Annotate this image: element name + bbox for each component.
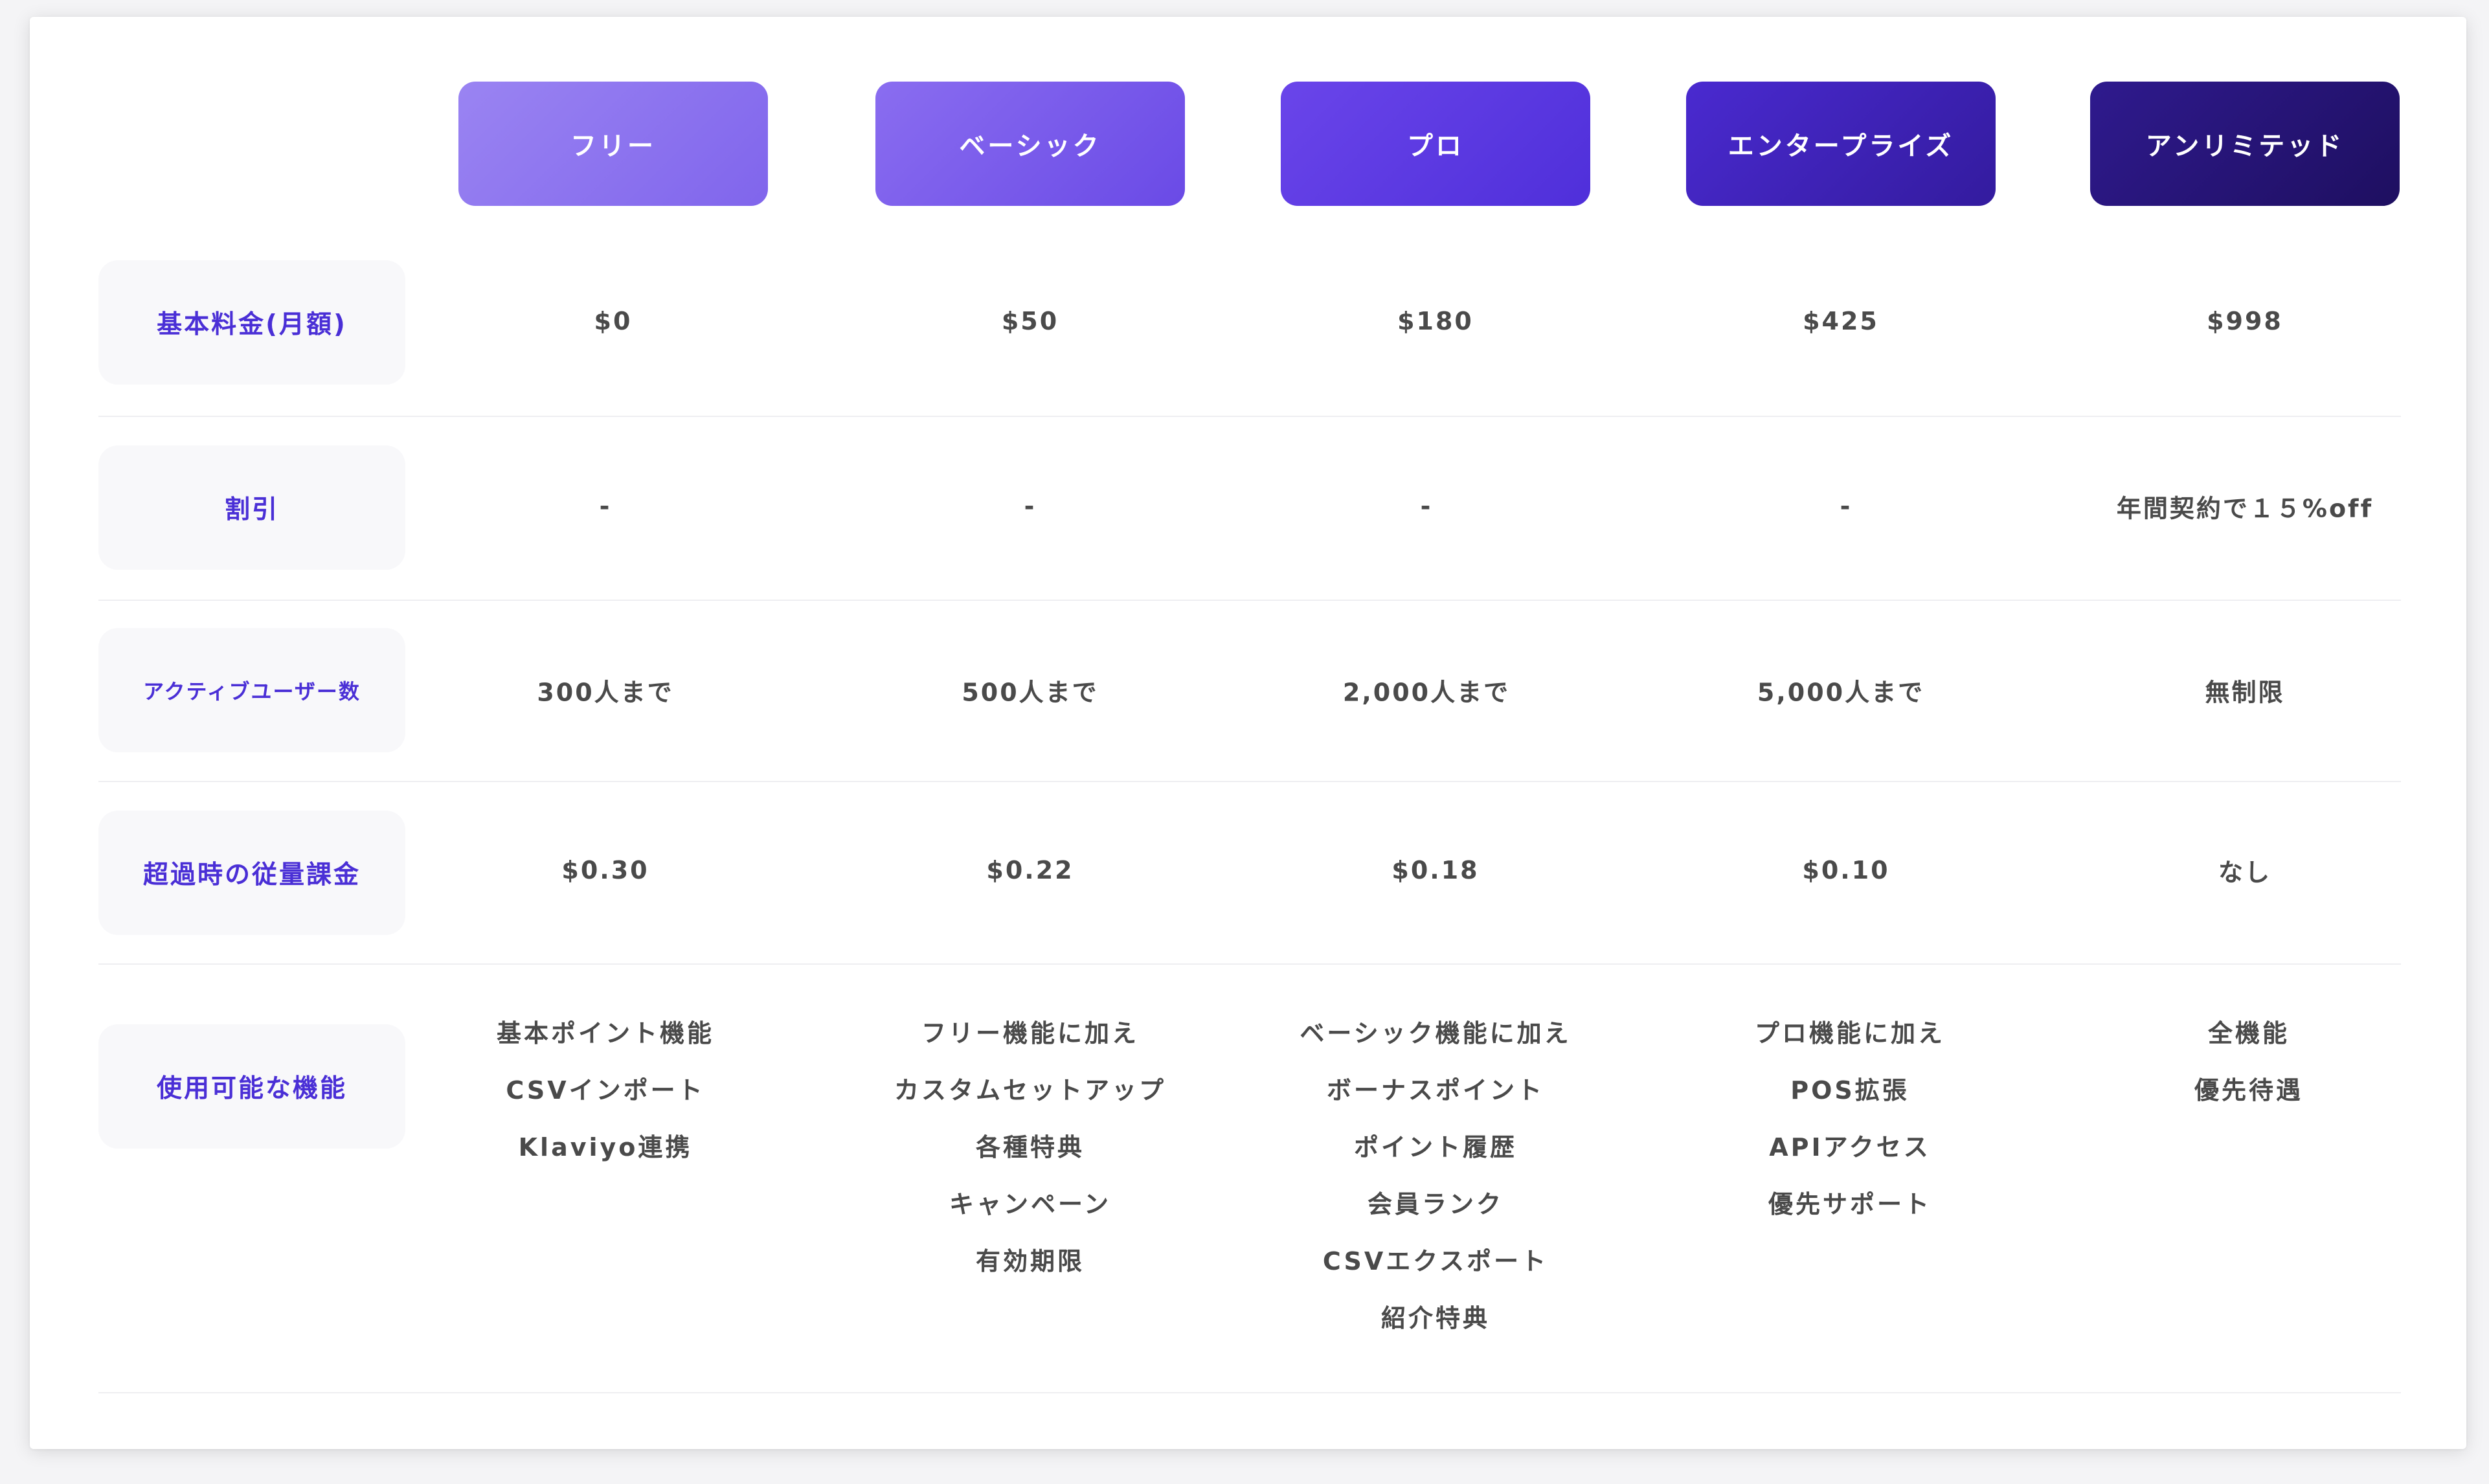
feature-item: プロ機能に加え	[1754, 1019, 1945, 1048]
feature-item: フリー機能に加え	[921, 1019, 1139, 1048]
discount-free: -	[599, 492, 612, 521]
feature-list-unlimited: 全機能 優先待遇	[2067, 1005, 2430, 1119]
feature-list-free: 基本ポイント機能 CSVインポート Klaviyo連携	[424, 1005, 787, 1176]
feature-list-pro: ベーシック機能に加え ボーナスポイント ポイント履歴 会員ランク CSVエクスポ…	[1254, 1005, 1617, 1347]
discount-unlimited: 年間契約で１５%off	[2116, 494, 2374, 523]
overage-enterprise: $0.10	[1802, 856, 1890, 884]
price-basic: $50	[1001, 307, 1059, 335]
overage-pro: $0.18	[1391, 856, 1480, 884]
row-divider	[98, 781, 2401, 782]
users-free: 300人まで	[537, 678, 674, 707]
users-pro: 2,000人まで	[1342, 678, 1511, 707]
row-label-base-price: 基本料金(月額)	[98, 260, 405, 385]
plan-header-enterprise[interactable]: エンタープライズ	[1686, 82, 1996, 206]
pricing-table-card: フリー ベーシック プロ エンタープライズ アンリミテッド 基本料金(月額) $…	[30, 17, 2466, 1449]
plan-header-basic[interactable]: ベーシック	[875, 82, 1185, 206]
feature-list-enterprise: プロ機能に加え POS拡張 APIアクセス 優先サポート	[1669, 1005, 2031, 1233]
feature-item: 有効期限	[975, 1247, 1085, 1276]
feature-item: CSVエクスポート	[1322, 1247, 1549, 1276]
plan-header-unlimited[interactable]: アンリミテッド	[2090, 82, 2400, 206]
price-pro: $180	[1397, 307, 1474, 335]
feature-item: キャンペーン	[949, 1190, 1112, 1219]
row-divider	[98, 416, 2401, 417]
feature-item: Klaviyo連携	[518, 1133, 693, 1162]
row-label-features: 使用可能な機能	[98, 1024, 405, 1149]
price-enterprise: $425	[1803, 307, 1879, 335]
row-label-discount: 割引	[98, 445, 405, 570]
row-divider	[98, 963, 2401, 965]
feature-item: APIアクセス	[1769, 1133, 1931, 1162]
feature-item: カスタムセットアップ	[894, 1076, 1166, 1105]
row-divider	[98, 1392, 2401, 1393]
users-unlimited: 無制限	[2205, 678, 2285, 707]
feature-item: 全機能	[2207, 1019, 2290, 1048]
feature-item: 基本ポイント機能	[496, 1019, 714, 1048]
feature-item: CSVインポート	[506, 1076, 705, 1105]
feature-item: 紹介特典	[1380, 1304, 1490, 1332]
feature-item: POS拡張	[1790, 1076, 1909, 1105]
users-enterprise: 5,000人まで	[1757, 678, 1925, 707]
feature-list-basic: フリー機能に加え カスタムセットアップ 各種特典 キャンペーン 有効期限	[849, 1005, 1211, 1290]
overage-free: $0.30	[561, 856, 649, 884]
discount-basic: -	[1024, 492, 1037, 521]
price-free: $0	[594, 307, 633, 335]
feature-item: 優先待遇	[2194, 1076, 2303, 1105]
feature-item: 優先サポート	[1768, 1190, 1932, 1219]
feature-item: ベーシック機能に加え	[1300, 1019, 1571, 1048]
discount-enterprise: -	[1840, 492, 1853, 521]
feature-item: ポイント履歴	[1353, 1133, 1517, 1162]
overage-unlimited: なし	[2218, 858, 2271, 887]
row-label-active-users: アクティブユーザー数	[98, 628, 405, 752]
row-label-overage: 超過時の従量課金	[98, 811, 405, 935]
discount-pro: -	[1420, 492, 1433, 521]
plan-header-pro[interactable]: プロ	[1281, 82, 1590, 206]
users-basic: 500人まで	[962, 678, 1099, 707]
feature-item: 各種特典	[975, 1133, 1085, 1162]
price-unlimited: $998	[2207, 307, 2283, 335]
overage-basic: $0.22	[986, 856, 1074, 884]
feature-item: ボーナスポイント	[1326, 1076, 1544, 1105]
plan-header-free[interactable]: フリー	[458, 82, 768, 206]
feature-item: 会員ランク	[1367, 1190, 1504, 1219]
row-divider	[98, 600, 2401, 601]
